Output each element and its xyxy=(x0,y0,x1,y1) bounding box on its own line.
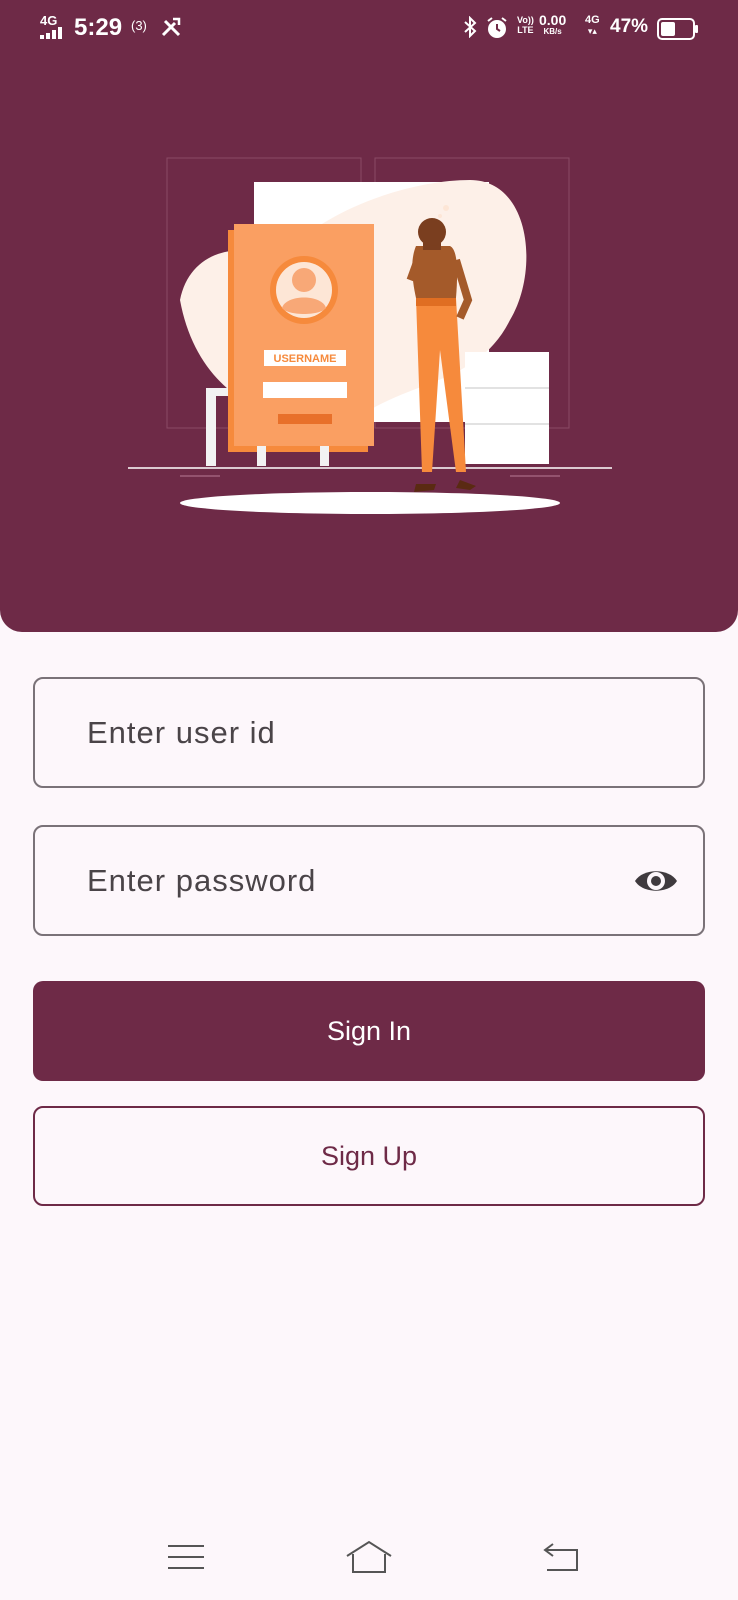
status-time: 5:29 xyxy=(74,14,123,41)
menu-icon[interactable] xyxy=(168,1544,204,1570)
network-type: 4G xyxy=(40,13,58,28)
system-nav-bar xyxy=(0,1510,738,1600)
battery-percent: 47% xyxy=(610,16,649,37)
password-placeholder: Enter password xyxy=(87,863,317,898)
bluetooth-icon xyxy=(464,16,477,38)
volte-indicator: Vo)) LTE xyxy=(517,15,534,35)
battery-icon xyxy=(657,18,698,40)
back-icon[interactable] xyxy=(543,1542,579,1572)
user-id-field[interactable]: Enter user id xyxy=(33,677,705,788)
sign-up-button[interactable]: Sign Up xyxy=(33,1106,705,1206)
sign-in-button[interactable]: Sign In xyxy=(33,981,705,1081)
signal-icon xyxy=(40,27,62,39)
login-illustration: USERNAME xyxy=(128,157,612,514)
tools-icon xyxy=(161,17,181,37)
sign-in-label: Sign In xyxy=(326,1015,412,1046)
alarm-icon xyxy=(487,17,507,38)
user-id-placeholder: Enter user id xyxy=(87,715,276,750)
network-speed: 0.00 KB/s xyxy=(539,12,567,36)
status-bar: 4G 5:29 (3) Vo)) LTE 0.00 KB/s 4G ▾▴ 47% xyxy=(0,0,738,60)
hotspot-icon: (3) xyxy=(131,18,147,33)
header-banner: 4G 5:29 (3) Vo)) LTE 0.00 KB/s 4G ▾▴ 47%… xyxy=(0,0,738,632)
home-icon[interactable] xyxy=(345,1540,393,1574)
card-username-label: USERNAME xyxy=(274,353,337,365)
network-type-2: 4G ▾▴ xyxy=(585,14,600,37)
sign-up-label: Sign Up xyxy=(320,1140,418,1171)
eye-icon[interactable] xyxy=(633,864,679,898)
password-field[interactable]: Enter password xyxy=(33,825,705,936)
